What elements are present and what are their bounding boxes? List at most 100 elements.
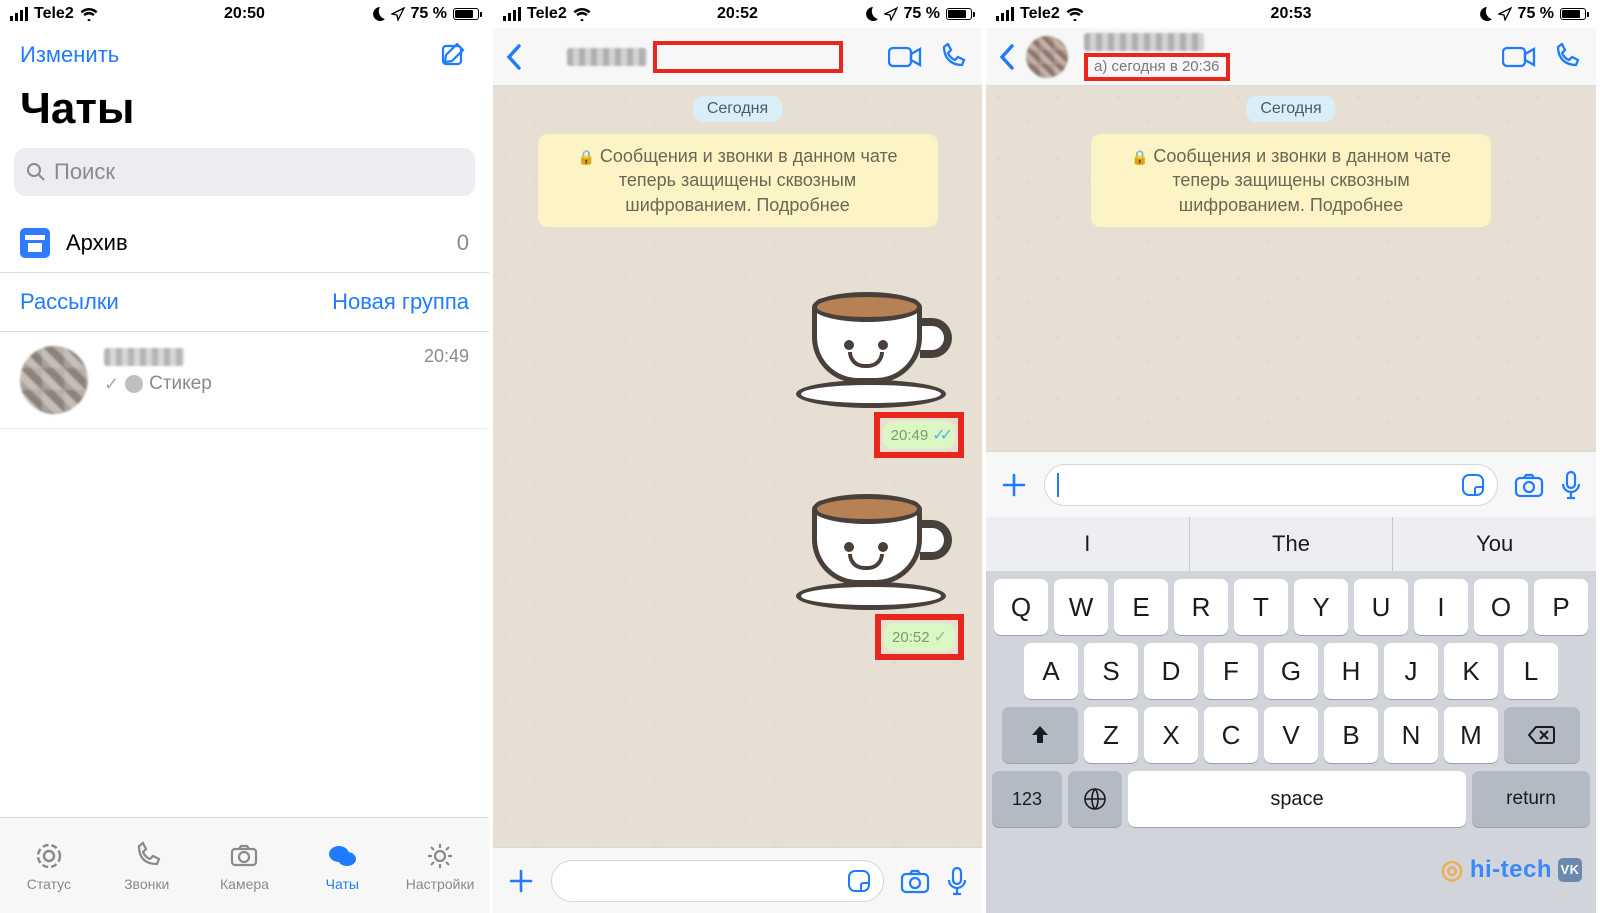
tab-settings[interactable]: Настройки [391, 818, 489, 913]
last-seen-label: а) сегодня в 20:36 [1094, 58, 1220, 75]
voice-call-button[interactable] [1548, 39, 1584, 75]
key-n[interactable]: N [1384, 707, 1438, 763]
search-input[interactable]: Поиск [14, 148, 475, 196]
key-y[interactable]: Y [1294, 579, 1348, 635]
battery-icon [1560, 8, 1586, 20]
bottom-tab-bar: Статус Звонки Камера Чаты Настройки [0, 817, 489, 913]
contact-name-censored [567, 48, 647, 66]
key-p[interactable]: P [1534, 579, 1588, 635]
tab-chats[interactable]: Чаты [293, 818, 391, 913]
lock-icon: 🔒 [1131, 149, 1148, 165]
numeric-key[interactable]: 123 [992, 771, 1062, 827]
avatar [20, 346, 88, 414]
voice-call-button[interactable] [934, 39, 970, 75]
sticker-picker-button[interactable] [1461, 473, 1485, 497]
key-k[interactable]: K [1444, 643, 1498, 699]
key-a[interactable]: A [1024, 643, 1078, 699]
new-group-link[interactable]: Новая группа [332, 289, 469, 315]
key-q[interactable]: Q [994, 579, 1048, 635]
key-h[interactable]: H [1324, 643, 1378, 699]
location-icon [884, 7, 898, 21]
key-j[interactable]: J [1384, 643, 1438, 699]
archive-count: 0 [457, 230, 469, 256]
key-g[interactable]: G [1264, 643, 1318, 699]
key-o[interactable]: O [1474, 579, 1528, 635]
voice-message-button[interactable] [946, 866, 968, 896]
attach-button[interactable] [507, 867, 535, 895]
battery-pct: 75 % [1518, 5, 1554, 23]
chat-header-title-area[interactable] [533, 41, 876, 73]
highlight-box-last-seen: а) сегодня в 20:36 [1084, 53, 1230, 81]
shift-key[interactable] [1002, 707, 1078, 763]
chat-header [493, 28, 982, 86]
suggestion-1[interactable]: I [986, 517, 1190, 571]
broadcasts-link[interactable]: Рассылки [20, 289, 119, 315]
key-m[interactable]: M [1444, 707, 1498, 763]
status-bar: Tele2 20:50 75 % [0, 0, 489, 28]
voice-message-button[interactable] [1560, 470, 1582, 500]
highlight-box-time-1: 20:49✓✓ [874, 412, 964, 458]
carrier-label: Tele2 [527, 5, 567, 23]
location-icon [391, 7, 405, 21]
chat-list-item[interactable]: 20:49 ✓ Стикер [0, 332, 489, 429]
tab-calls[interactable]: Звонки [98, 818, 196, 913]
key-r[interactable]: R [1174, 579, 1228, 635]
chat-item-time: 20:49 [424, 346, 469, 367]
key-v[interactable]: V [1264, 707, 1318, 763]
lock-icon: 🔒 [577, 149, 594, 165]
back-button[interactable] [998, 42, 1018, 72]
screen-chats-list: Tele2 20:50 75 % Изменить Чаты Поиск Арх… [0, 0, 493, 913]
suggestion-2[interactable]: The [1190, 517, 1394, 571]
key-z[interactable]: Z [1084, 707, 1138, 763]
status-bar: Tele2 20:52 75 % [493, 0, 982, 28]
tab-status[interactable]: Статус [0, 818, 98, 913]
message-input-bar [493, 847, 982, 913]
vk-icon: VK [1558, 858, 1582, 882]
encryption-banner[interactable]: 🔒 Сообщения и звонки в данном чате тепер… [1091, 134, 1491, 227]
archive-row[interactable]: Архив 0 [0, 214, 489, 273]
message-time-2: 20:52✓ [884, 623, 955, 651]
avatar[interactable] [1026, 36, 1068, 78]
sent-sticker-2[interactable] [792, 470, 952, 610]
camera-button[interactable] [900, 868, 930, 894]
back-button[interactable] [505, 42, 525, 72]
message-input-bar [986, 451, 1596, 517]
key-b[interactable]: B [1324, 707, 1378, 763]
sticker-picker-button[interactable] [847, 869, 871, 893]
key-u[interactable]: U [1354, 579, 1408, 635]
key-t[interactable]: T [1234, 579, 1288, 635]
key-x[interactable]: X [1144, 707, 1198, 763]
signal-icon [996, 7, 1014, 21]
chat-header: а) сегодня в 20:36 [986, 28, 1596, 86]
backspace-key[interactable] [1504, 707, 1580, 763]
video-call-button[interactable] [1498, 41, 1540, 73]
sticker-emoji-icon [125, 375, 143, 393]
compose-button[interactable] [439, 40, 469, 70]
sent-sticker-1[interactable] [792, 268, 952, 408]
suggestion-3[interactable]: You [1393, 517, 1596, 571]
key-f[interactable]: F [1204, 643, 1258, 699]
wifi-icon [573, 7, 591, 21]
tab-camera[interactable]: Камера [196, 818, 294, 913]
message-input[interactable] [551, 860, 884, 902]
key-d[interactable]: D [1144, 643, 1198, 699]
archive-icon [20, 228, 50, 258]
attach-button[interactable] [1000, 471, 1028, 499]
globe-key[interactable] [1068, 771, 1122, 827]
chat-header-title-area[interactable]: а) сегодня в 20:36 [1084, 33, 1490, 81]
message-input[interactable] [1044, 464, 1498, 506]
key-e[interactable]: E [1114, 579, 1168, 635]
key-i[interactable]: I [1414, 579, 1468, 635]
camera-button[interactable] [1514, 472, 1544, 498]
encryption-banner[interactable]: 🔒 Сообщения и звонки в данном чате тепер… [538, 134, 938, 227]
key-w[interactable]: W [1054, 579, 1108, 635]
edit-button[interactable]: Изменить [20, 42, 119, 68]
battery-pct: 75 % [411, 5, 447, 23]
video-call-button[interactable] [884, 41, 926, 73]
return-key[interactable]: return [1472, 771, 1590, 827]
key-s[interactable]: S [1084, 643, 1138, 699]
key-l[interactable]: L [1504, 643, 1558, 699]
space-key[interactable]: space [1128, 771, 1466, 827]
key-c[interactable]: C [1204, 707, 1258, 763]
battery-icon [946, 8, 972, 20]
